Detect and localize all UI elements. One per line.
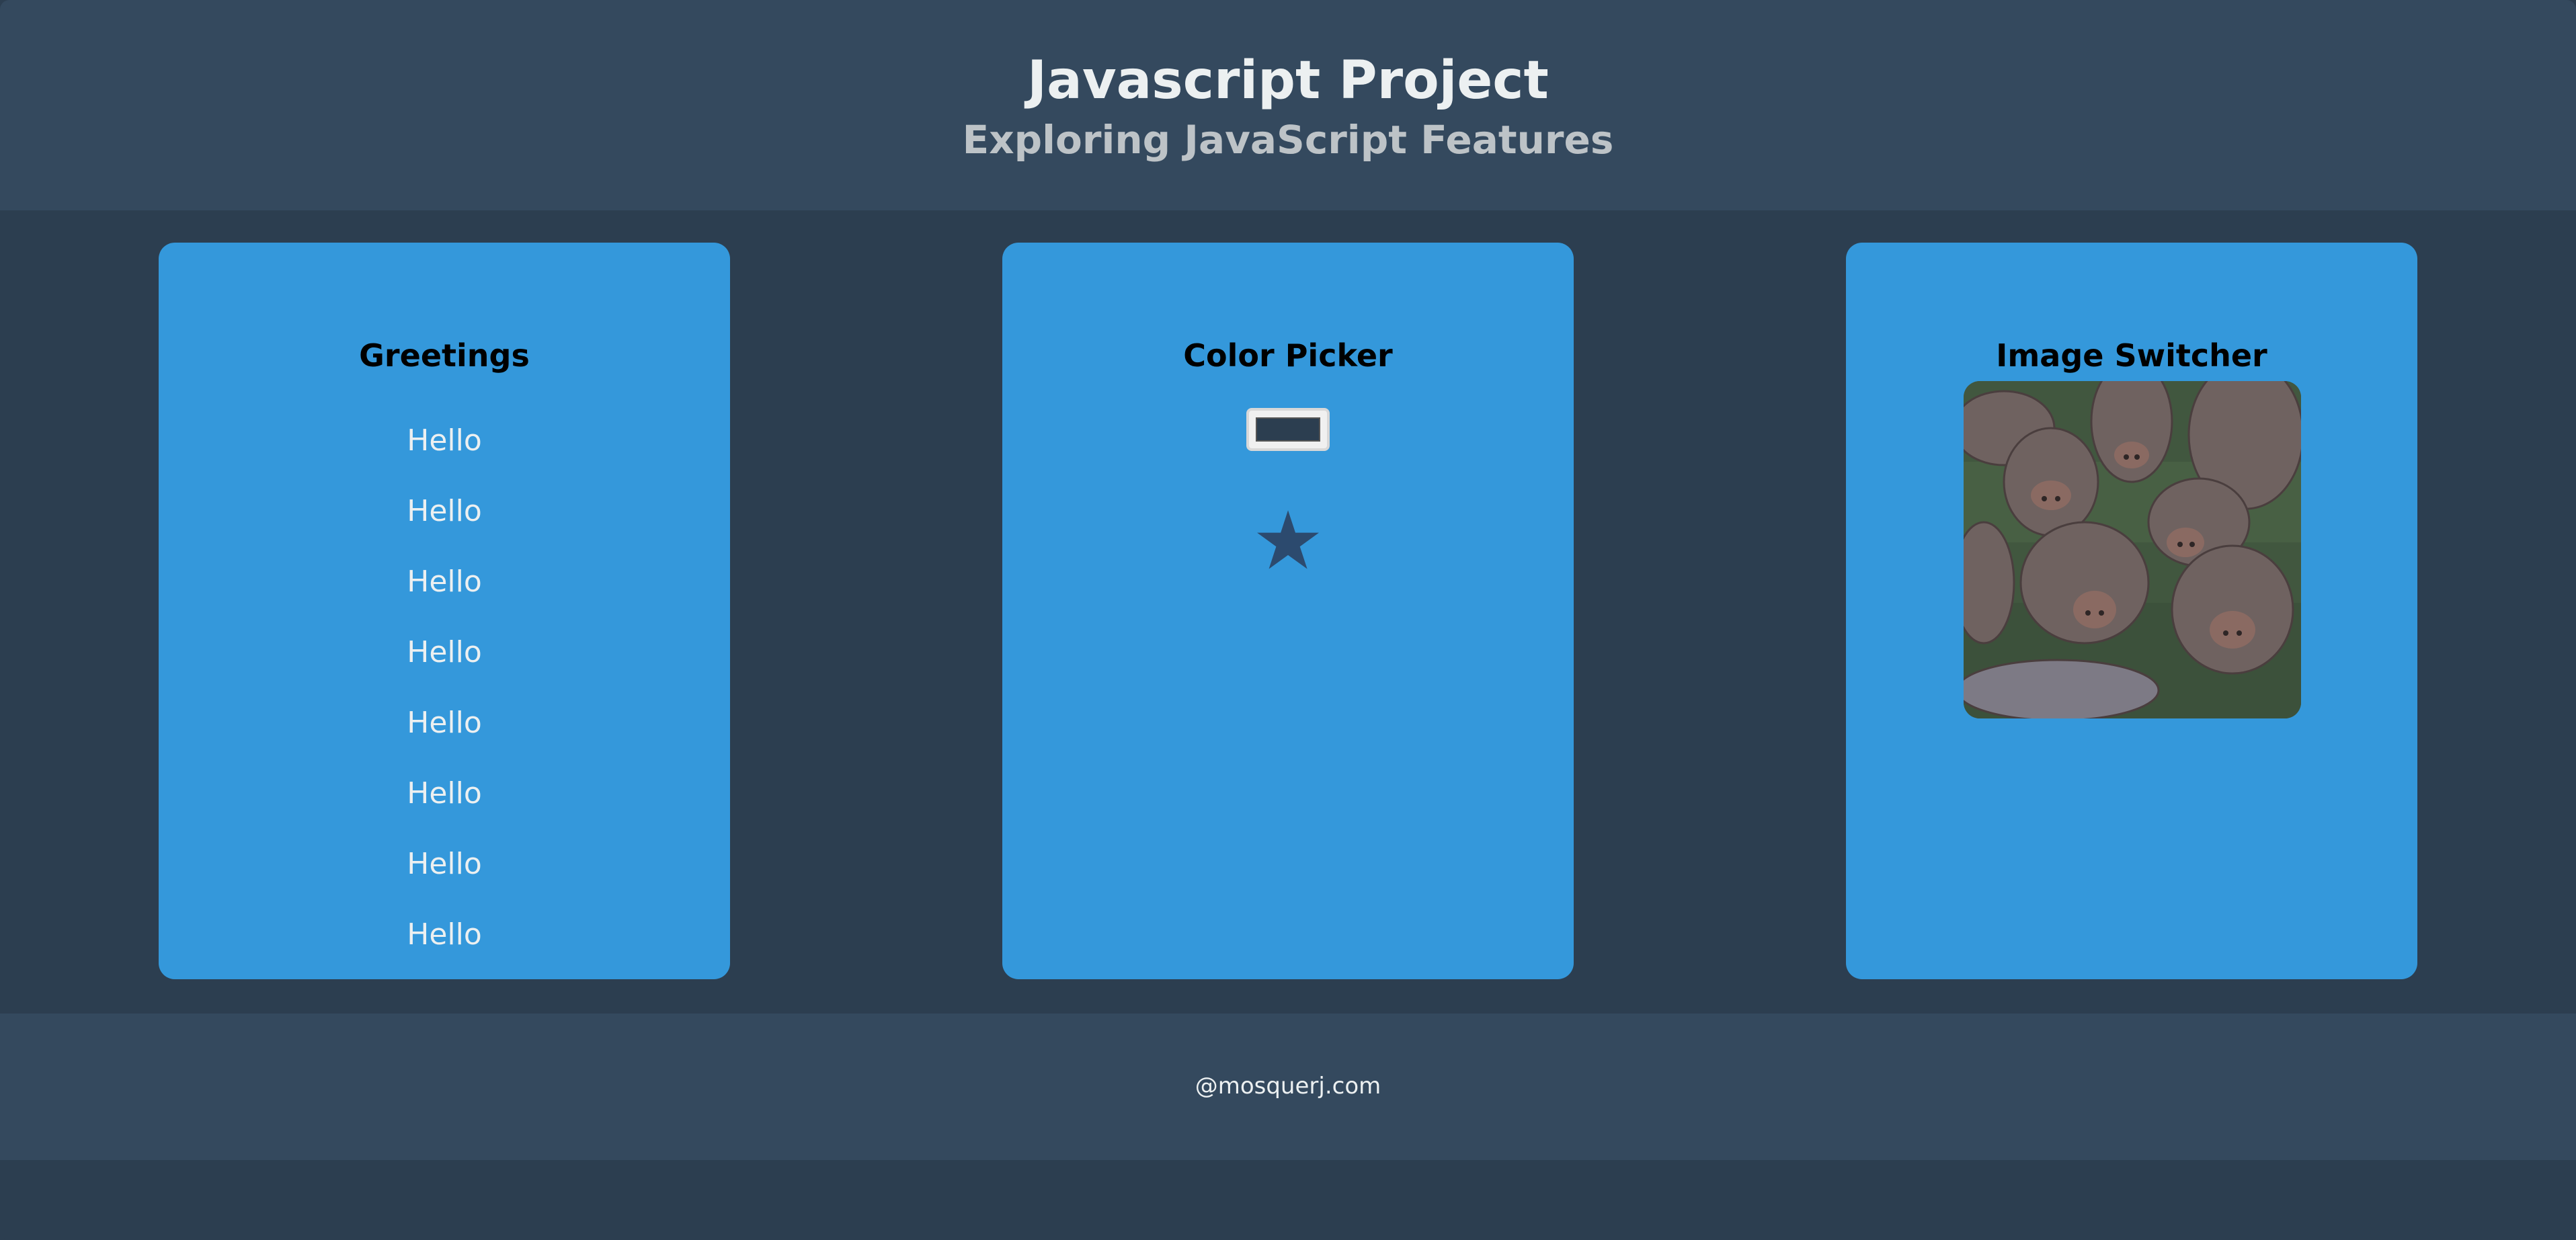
switchable-image[interactable]: [1964, 381, 2301, 718]
greeting-item: Hello: [407, 847, 482, 881]
star-icon: ★: [1252, 495, 1324, 588]
footer-credit: @mosquerj.com: [1195, 1073, 1381, 1100]
greeting-item: Hello: [407, 706, 482, 740]
color-picker-heading: Color Picker: [1183, 337, 1393, 374]
color-picker-card: Color Picker ★: [1002, 243, 1574, 979]
color-swatch: [1256, 417, 1320, 442]
image-switcher-heading: Image Switcher: [1996, 337, 2267, 374]
greeting-item: Hello: [407, 565, 482, 599]
greeting-item: Hello: [407, 494, 482, 528]
page-title: Javascript Project: [1027, 50, 1549, 111]
page-subtitle: Exploring JavaScript Features: [962, 117, 1614, 163]
greeting-item: Hello: [407, 423, 482, 458]
greetings-card: Greetings Hello Hello Hello Hello Hello …: [159, 243, 730, 979]
greetings-heading: Greetings: [359, 337, 530, 374]
main-content: Greetings Hello Hello Hello Hello Hello …: [0, 210, 2576, 1014]
greeting-item: Hello: [407, 917, 482, 952]
greeting-item: Hello: [407, 635, 482, 669]
hippo-image: [1964, 381, 2301, 718]
page-header: Javascript Project Exploring JavaScript …: [0, 0, 2576, 210]
page: Javascript Project Exploring JavaScript …: [0, 0, 2576, 1240]
page-footer: @mosquerj.com: [0, 1014, 2576, 1160]
color-input[interactable]: [1246, 408, 1330, 451]
greeting-item: Hello: [407, 776, 482, 811]
image-switcher-card: Image Switcher: [1846, 243, 2417, 979]
greetings-list: Hello Hello Hello Hello Hello Hello Hell…: [159, 405, 730, 970]
